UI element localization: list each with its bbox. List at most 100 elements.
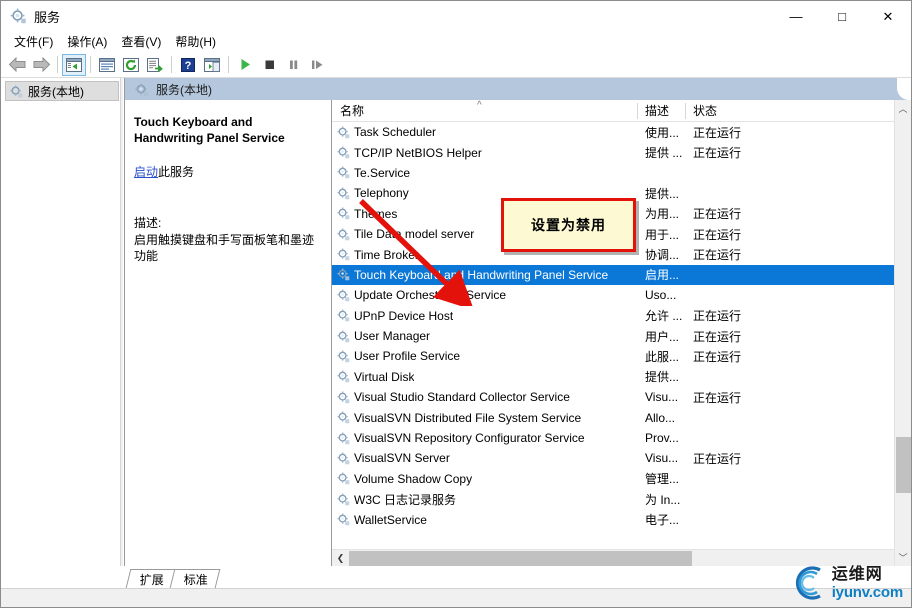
cell-status: 正在运行 bbox=[693, 451, 742, 466]
cell-service-name: Te.Service bbox=[332, 166, 637, 180]
status-strip bbox=[1, 588, 911, 607]
cell-description: 启用... bbox=[645, 268, 680, 283]
restart-service-icon bbox=[311, 60, 322, 69]
show-hide-console-tree-button[interactable] bbox=[62, 53, 86, 76]
table-row[interactable]: UPnP Device Host 允许 ... 正在运行 bbox=[332, 306, 894, 326]
table-row[interactable]: Task Scheduler 使用... 正在运行 bbox=[332, 122, 894, 142]
results-pane-header: 服务(本地) bbox=[125, 78, 911, 100]
table-row[interactable]: Virtual Disk 提供... bbox=[332, 367, 894, 387]
table-row[interactable]: Touch Keyboard and Handwriting Panel Ser… bbox=[332, 264, 894, 286]
stop-service-button[interactable] bbox=[257, 54, 281, 76]
start-service-button[interactable] bbox=[233, 54, 257, 76]
vertical-scroll-track[interactable] bbox=[895, 117, 912, 549]
scroll-up-icon[interactable]: ︿ bbox=[895, 100, 912, 117]
column-header-description[interactable]: 描述 bbox=[637, 100, 685, 122]
tab-extended[interactable]: 扩展 bbox=[125, 569, 177, 588]
properties-button[interactable] bbox=[95, 54, 119, 76]
table-row[interactable]: Te.Service bbox=[332, 163, 894, 183]
cell-service-name: TCP/IP NetBIOS Helper bbox=[332, 146, 637, 160]
service-details-panel: Touch Keyboard and Handwriting Panel Ser… bbox=[125, 100, 332, 566]
main-body: 服务(本地) 服务(本地) Touch Keyboard and Handwri… bbox=[1, 78, 911, 566]
export-list-button[interactable] bbox=[143, 54, 167, 76]
service-gear-icon bbox=[337, 309, 350, 322]
services-list: 名称 ^ 描述 状态 Task Scheduler 使用... 正在运行 TCP/IP… bbox=[332, 100, 894, 566]
tree-node-services-local[interactable]: 服务(本地) bbox=[5, 81, 119, 101]
toolbar-separator bbox=[57, 56, 58, 73]
cell-status: 正在运行 bbox=[693, 227, 742, 242]
menu-action[interactable]: 操作(A) bbox=[60, 31, 114, 53]
table-row[interactable]: WalletService 电子... bbox=[332, 509, 894, 529]
service-name-label: User Manager bbox=[354, 329, 431, 344]
table-row[interactable]: User Manager 用户... 正在运行 bbox=[332, 326, 894, 346]
service-name-label: Themes bbox=[354, 206, 398, 221]
cell-status: 正在运行 bbox=[693, 329, 742, 344]
column-header-name[interactable]: 名称 ^ bbox=[332, 100, 637, 122]
start-service-link[interactable]: 启动 bbox=[134, 165, 158, 179]
selected-service-title: Touch Keyboard and Handwriting Panel Ser… bbox=[134, 115, 285, 145]
description-label: 描述: bbox=[134, 216, 162, 230]
cell-description: 提供... bbox=[645, 370, 680, 385]
services-gear-icon bbox=[135, 82, 149, 96]
table-row[interactable]: Update Orchestrator Service Uso... bbox=[332, 285, 894, 305]
horizontal-scroll-thumb[interactable] bbox=[349, 550, 693, 566]
show-hide-action-pane-button[interactable] bbox=[200, 54, 224, 76]
forward-button[interactable] bbox=[29, 54, 53, 76]
cell-service-name: VisualSVN Repository Configurator Servic… bbox=[332, 431, 637, 445]
annotation-callout-text: 设置为禁用 bbox=[531, 217, 606, 233]
cell-status: 正在运行 bbox=[693, 349, 742, 364]
scroll-left-icon[interactable]: ❮ bbox=[332, 550, 349, 567]
service-action-line: 启动此服务 bbox=[134, 164, 321, 181]
cell-service-name: Task Scheduler bbox=[332, 125, 637, 139]
cell-status: 正在运行 bbox=[693, 146, 742, 161]
toolbar-separator bbox=[171, 56, 172, 73]
back-button[interactable] bbox=[5, 54, 29, 76]
watermark: 运维网 iyunv.com bbox=[790, 563, 903, 603]
cell-service-name: User Manager bbox=[332, 329, 637, 343]
vertical-scroll-thumb[interactable] bbox=[895, 436, 911, 493]
column-header-status[interactable]: 状态 bbox=[685, 100, 780, 122]
service-gear-icon bbox=[337, 432, 350, 445]
table-row[interactable]: Visual Studio Standard Collector Service… bbox=[332, 387, 894, 407]
cell-description: 管理... bbox=[645, 472, 680, 487]
title-bar: 服务 — □ ✕ bbox=[1, 1, 911, 32]
toolbar-separator bbox=[90, 56, 91, 73]
cell-status: 正在运行 bbox=[693, 309, 742, 324]
close-button[interactable]: ✕ bbox=[865, 1, 911, 32]
cell-description: 协调... bbox=[645, 248, 680, 263]
cell-service-name: UPnP Device Host bbox=[332, 309, 637, 323]
services-window: 服务 — □ ✕ 文件(F) 操作(A) 查看(V) 帮助(H) ? 服务(本地… bbox=[0, 0, 912, 608]
tree-splitter[interactable] bbox=[120, 78, 123, 566]
service-gear-icon bbox=[337, 289, 350, 302]
service-gear-icon bbox=[337, 228, 350, 241]
cell-service-name: VisualSVN Server bbox=[332, 451, 637, 465]
service-name-label: VisualSVN Repository Configurator Servic… bbox=[354, 431, 585, 446]
cell-service-name: Update Orchestrator Service bbox=[332, 288, 637, 302]
watermark-cn-text: 运维网 bbox=[831, 565, 883, 583]
tab-standard[interactable]: 标准 bbox=[169, 569, 221, 588]
table-row[interactable]: VisualSVN Server Visu... 正在运行 bbox=[332, 448, 894, 468]
help-button[interactable]: ? bbox=[176, 54, 200, 76]
maximize-button[interactable]: □ bbox=[819, 1, 865, 32]
pause-service-button[interactable] bbox=[281, 54, 305, 76]
restart-service-button[interactable] bbox=[305, 54, 329, 76]
show-hide-console-tree-icon bbox=[66, 57, 82, 72]
minimize-button[interactable]: — bbox=[773, 1, 819, 32]
menu-view[interactable]: 查看(V) bbox=[114, 31, 168, 53]
table-row[interactable]: User Profile Service 此服... 正在运行 bbox=[332, 346, 894, 366]
menu-help[interactable]: 帮助(H) bbox=[168, 31, 223, 53]
view-tabs: 扩展 标准 bbox=[1, 566, 911, 588]
service-name-label: VisualSVN Distributed File System Servic… bbox=[354, 410, 582, 425]
table-row[interactable]: TCP/IP NetBIOS Helper 提供 ... 正在运行 bbox=[332, 142, 894, 162]
service-gear-icon bbox=[337, 452, 350, 465]
menu-file[interactable]: 文件(F) bbox=[7, 31, 60, 53]
vertical-scrollbar[interactable]: ︿ ﹀ bbox=[894, 100, 911, 566]
cell-description: 用户... bbox=[645, 329, 680, 344]
service-gear-icon bbox=[337, 350, 350, 363]
refresh-button[interactable] bbox=[119, 54, 143, 76]
table-row[interactable]: Volume Shadow Copy 管理... bbox=[332, 469, 894, 489]
table-row[interactable]: W3C 日志记录服务 为 In... bbox=[332, 489, 894, 509]
cell-description: 此服... bbox=[645, 349, 680, 364]
column-header-description-label: 描述 bbox=[645, 104, 670, 118]
table-row[interactable]: VisualSVN Repository Configurator Servic… bbox=[332, 428, 894, 448]
table-row[interactable]: VisualSVN Distributed File System Servic… bbox=[332, 407, 894, 427]
